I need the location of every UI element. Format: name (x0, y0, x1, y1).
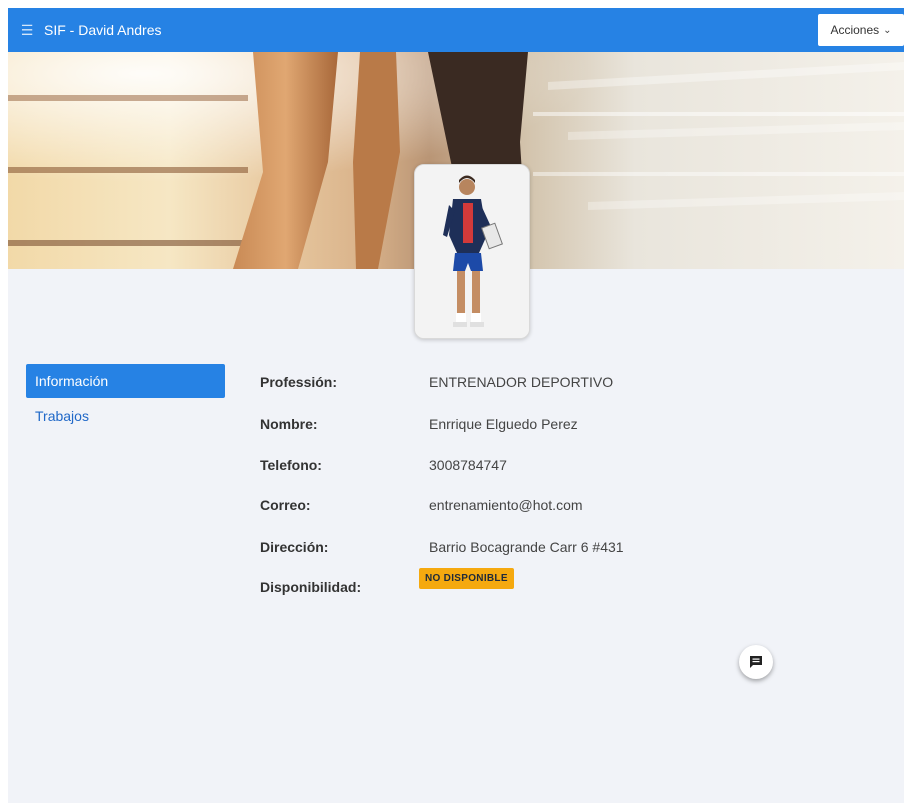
coach-figure-image (415, 165, 529, 338)
sidebar-item-trabajos[interactable]: Trabajos (26, 399, 225, 433)
chevron-down-icon: ⌄ (883, 24, 892, 36)
availability-label: Disponibilidad: (260, 579, 362, 595)
sidebar-item-label: Trabajos (35, 408, 89, 424)
app-frame: ☰ SIF - David Andres Acciones ⌄ Informac… (8, 8, 904, 803)
actions-label: Acciones (830, 23, 880, 37)
email-value: entrenamiento@hot.com (429, 497, 583, 513)
top-app-bar: ☰ SIF - David Andres Acciones ⌄ (8, 8, 904, 52)
name-value: Enrrique Elguedo Perez (429, 416, 578, 432)
chat-button[interactable] (739, 645, 773, 679)
phone-value: 3008784747 (429, 457, 507, 473)
email-label: Correo: (260, 497, 311, 513)
profession-value: ENTRENADOR DEPORTIVO (429, 374, 614, 390)
chat-icon (750, 656, 762, 668)
profile-photo (414, 164, 530, 339)
availability-status-badge: NO DISPONIBLE (419, 568, 514, 589)
profession-label: Professión: (260, 374, 338, 390)
app-title: SIF - David Andres (44, 22, 162, 38)
actions-menu-button[interactable]: Acciones ⌄ (818, 14, 904, 46)
address-value: Barrio Bocagrande Carr 6 #431 (429, 539, 624, 555)
address-label: Dirección: (260, 539, 329, 555)
sidebar-item-informacion[interactable]: Información (26, 364, 225, 398)
hamburger-icon[interactable]: ☰ (16, 8, 38, 52)
name-label: Nombre: (260, 416, 318, 432)
sidebar-item-label: Información (35, 373, 109, 389)
phone-label: Telefono: (260, 457, 322, 473)
